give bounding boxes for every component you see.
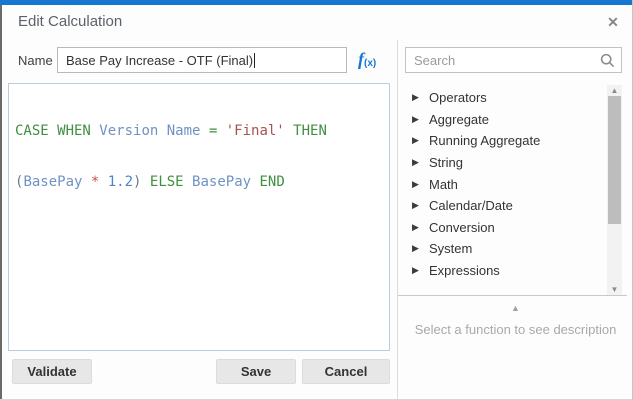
save-button[interactable]: Save	[216, 359, 296, 384]
formula-fx-button[interactable]: f(x)	[358, 49, 388, 71]
formula-line: (BasePay * 1.2) ELSE BasePay END	[15, 174, 383, 191]
dialog-title: Edit Calculation	[18, 13, 122, 30]
expand-arrow-icon: ▶	[412, 244, 422, 253]
function-category-system[interactable]: ▶ System	[398, 238, 607, 260]
category-label: Operators	[429, 90, 487, 105]
scroll-down-icon[interactable]: ▼	[607, 284, 622, 295]
category-label: System	[429, 241, 472, 256]
function-list-scrollbar[interactable]: ▲ ▼	[607, 85, 622, 295]
formula-token: ELSE	[150, 174, 192, 190]
expand-arrow-icon: ▶	[412, 93, 422, 102]
function-category-math[interactable]: ▶ Math	[398, 173, 607, 195]
close-icon[interactable]: ✕	[602, 11, 624, 33]
formula-line: CASE WHEN Version Name = 'Final' THEN	[15, 123, 383, 140]
collapse-up-icon[interactable]: ▲	[398, 303, 633, 313]
validate-button[interactable]: Validate	[12, 359, 92, 384]
formula-token: BasePay	[192, 174, 259, 190]
scrollbar-thumb[interactable]	[608, 96, 621, 224]
function-category-conversion[interactable]: ▶ Conversion	[398, 217, 607, 239]
formula-token: END	[259, 174, 284, 190]
category-label: Running Aggregate	[429, 133, 540, 148]
name-input-value: Base Pay Increase - OTF (Final)	[66, 53, 253, 68]
function-search-box	[405, 47, 622, 73]
formula-token: THEN	[293, 123, 327, 139]
formula-token: Version Name	[99, 123, 209, 139]
formula-editor[interactable]: CASE WHEN Version Name = 'Final' THEN (B…	[8, 83, 390, 351]
accent-top-bar	[0, 0, 632, 5]
expand-arrow-icon: ▶	[412, 180, 422, 189]
category-label: Calendar/Date	[429, 198, 513, 213]
category-label: Math	[429, 177, 458, 192]
name-input[interactable]: Base Pay Increase - OTF (Final)	[57, 47, 347, 73]
formula-token: =	[209, 123, 226, 139]
name-field-label: Name	[18, 53, 53, 68]
function-description-hint: Select a function to see description	[398, 322, 633, 337]
expand-arrow-icon: ▶	[412, 223, 422, 232]
category-label: Aggregate	[429, 112, 489, 127]
dialog-left-border	[0, 5, 2, 400]
expand-arrow-icon: ▶	[412, 266, 422, 275]
formula-token: 'Final'	[226, 123, 293, 139]
edit-calculation-dialog: Edit Calculation ✕ Name Base Pay Increas…	[0, 0, 633, 400]
expand-arrow-icon: ▶	[412, 136, 422, 145]
function-category-operators[interactable]: ▶ Operators	[398, 87, 607, 109]
formula-token: *	[91, 174, 108, 190]
function-category-calendar-date[interactable]: ▶ Calendar/Date	[398, 195, 607, 217]
function-category-running-aggregate[interactable]: ▶ Running Aggregate	[398, 130, 607, 152]
scroll-up-icon[interactable]: ▲	[607, 85, 622, 96]
expand-arrow-icon: ▶	[412, 115, 422, 124]
function-category-expressions[interactable]: ▶ Expressions	[398, 260, 607, 282]
search-icon[interactable]	[600, 53, 615, 68]
formula-token: 1.2	[108, 174, 133, 190]
formula-token: CASE WHEN	[15, 123, 99, 139]
text-cursor	[254, 53, 255, 68]
expand-arrow-icon: ▶	[412, 158, 422, 167]
function-category-list: ▶ Operators ▶ Aggregate ▶ Running Aggreg…	[398, 87, 607, 281]
search-input[interactable]	[406, 48, 621, 72]
formula-token: BasePay	[23, 174, 90, 190]
description-divider	[398, 295, 627, 296]
formula-token: )	[133, 174, 150, 190]
category-label: String	[429, 155, 463, 170]
expand-arrow-icon: ▶	[412, 201, 422, 210]
category-label: Expressions	[429, 263, 500, 278]
cancel-button[interactable]: Cancel	[302, 359, 390, 384]
function-category-aggregate[interactable]: ▶ Aggregate	[398, 109, 607, 131]
category-label: Conversion	[429, 220, 495, 235]
function-category-string[interactable]: ▶ String	[398, 152, 607, 174]
